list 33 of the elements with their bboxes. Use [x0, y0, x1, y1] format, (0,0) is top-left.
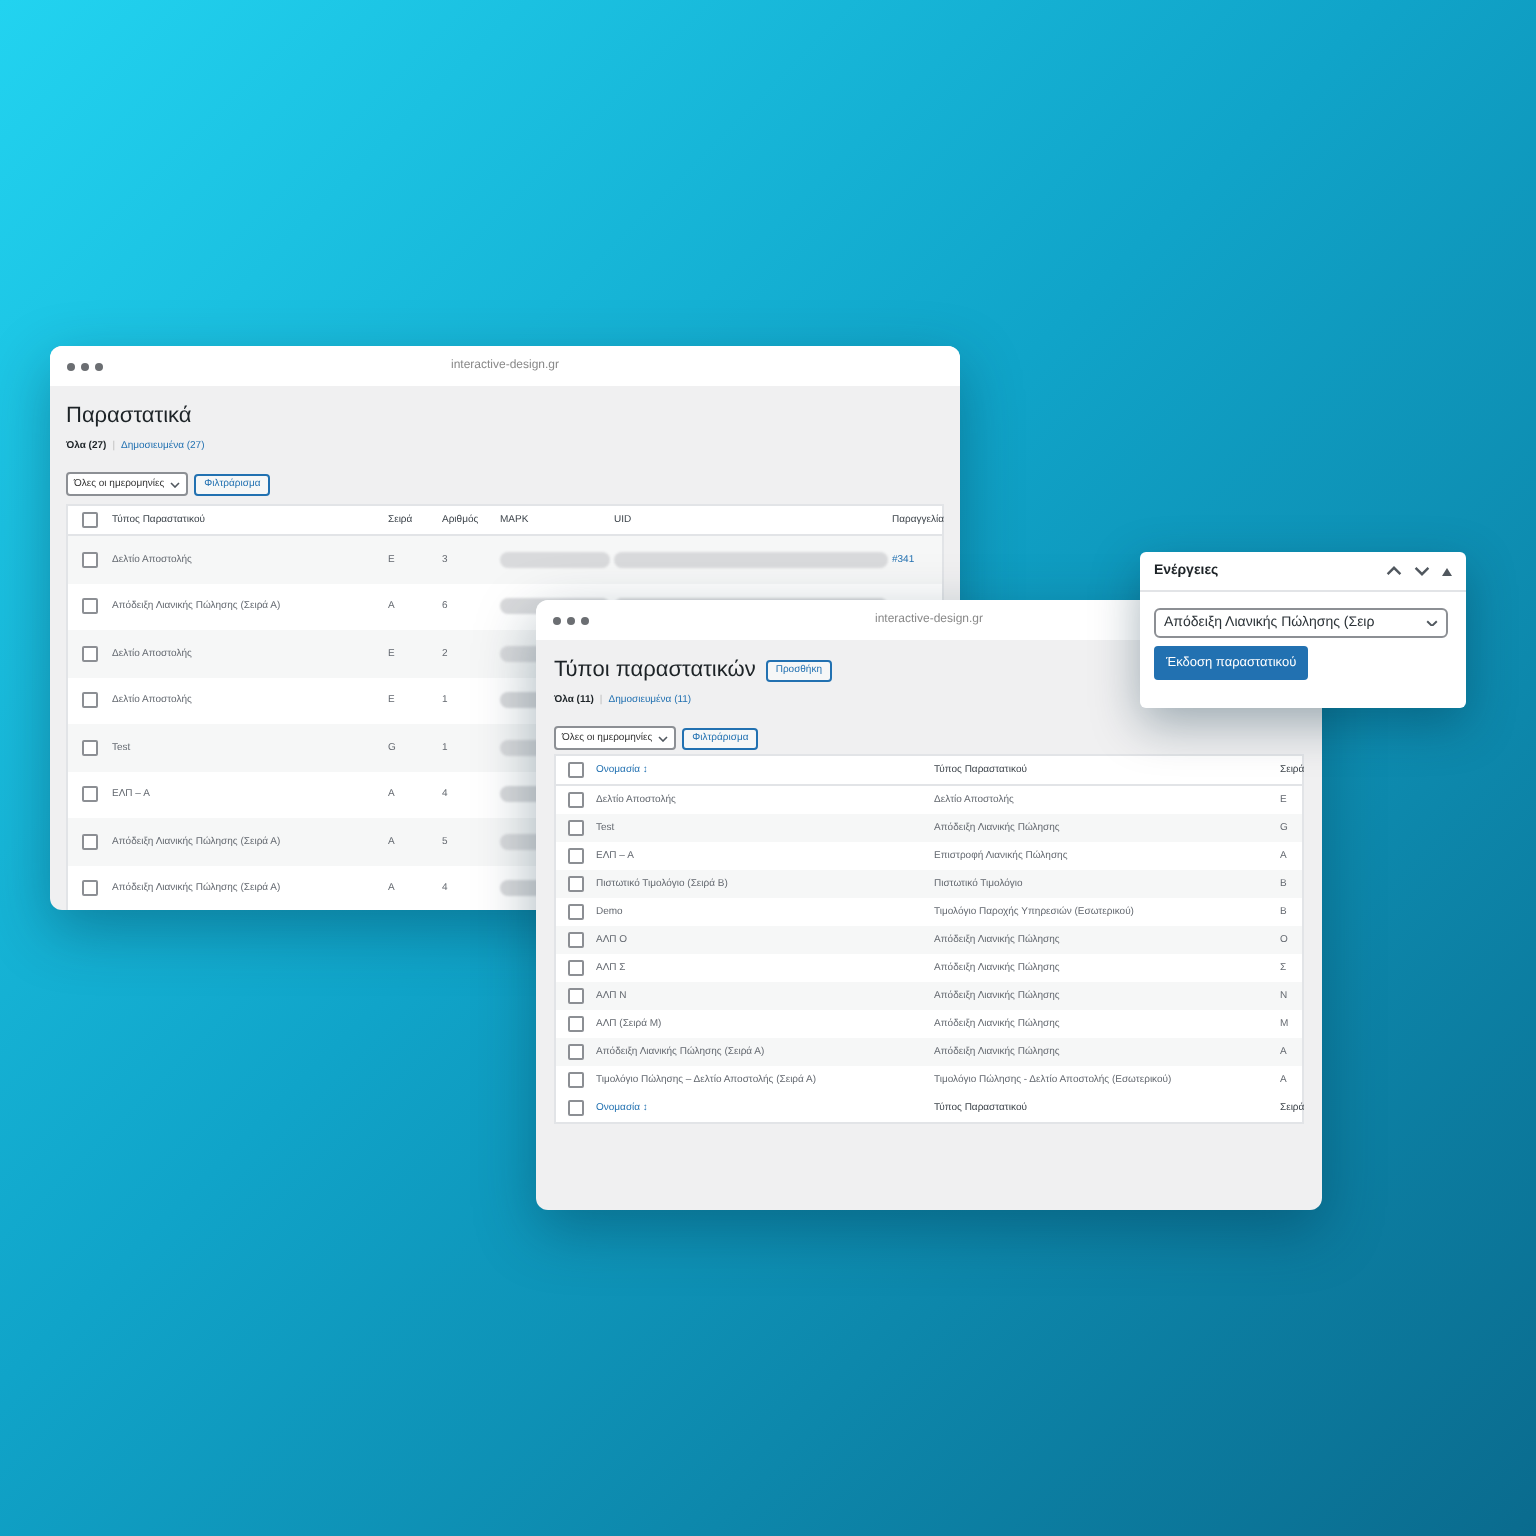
checkbox[interactable]: [82, 739, 98, 756]
checkbox[interactable]: [82, 551, 98, 568]
move-down-icon[interactable]: [1414, 566, 1430, 576]
checkbox[interactable]: [568, 876, 584, 892]
caret-icon: [1426, 619, 1438, 627]
window-controls-icon: [66, 361, 106, 371]
caret-icon: [170, 481, 181, 487]
page-title: Τύποι παραστατικών: [554, 658, 756, 682]
checkbox[interactable]: [568, 904, 584, 920]
collapse-icon[interactable]: [1442, 567, 1452, 575]
checkbox[interactable]: [568, 1044, 584, 1060]
checkbox[interactable]: [568, 762, 584, 778]
checkbox[interactable]: [568, 792, 584, 808]
checkbox[interactable]: [568, 1016, 584, 1032]
redacted-bar: [500, 551, 610, 568]
checkbox[interactable]: [568, 1072, 584, 1088]
window-controls-icon: [552, 615, 592, 625]
caret-icon: [658, 735, 669, 741]
checkbox[interactable]: [568, 932, 584, 948]
checkbox[interactable]: [82, 880, 98, 897]
move-up-icon[interactable]: [1386, 566, 1402, 576]
checkbox[interactable]: [82, 645, 98, 662]
checkbox[interactable]: [568, 960, 584, 976]
page-title: Παραστατικά: [66, 404, 194, 428]
checkbox[interactable]: [82, 512, 98, 528]
checkbox[interactable]: [568, 820, 584, 836]
checkbox[interactable]: [568, 848, 584, 864]
checkbox[interactable]: [82, 786, 98, 803]
checkbox[interactable]: [82, 833, 98, 850]
checkbox[interactable]: [82, 692, 98, 709]
checkbox[interactable]: [568, 1100, 584, 1116]
checkbox[interactable]: [568, 988, 584, 1004]
checkbox[interactable]: [82, 598, 98, 615]
